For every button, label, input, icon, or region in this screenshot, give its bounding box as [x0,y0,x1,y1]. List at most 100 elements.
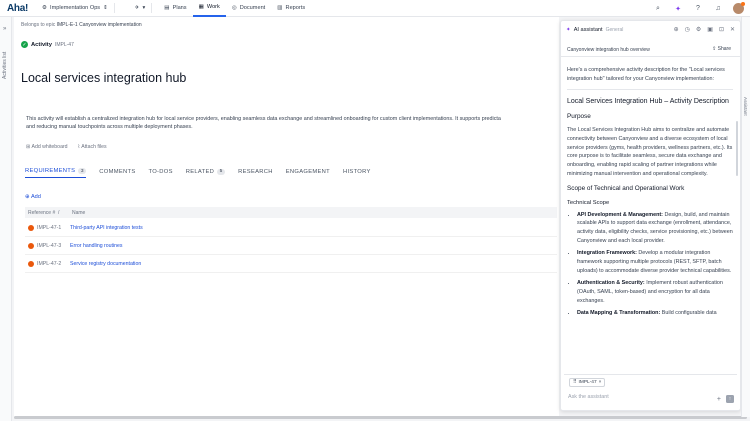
row-name-link[interactable]: Error handling routines [70,243,122,249]
share-button[interactable]: ⇪ Share [712,46,731,52]
row-ref: IMPL-47-2 [37,260,62,267]
attachments-bar: ⊞ Add whiteboard ⌇ Attach files [26,144,107,150]
tab-requirements[interactable]: REQUIREMENTS 3 [25,165,87,178]
item-title: Integration Framework: [577,250,637,257]
tab-history[interactable]: HISTORY [343,165,371,178]
chevron-updown-icon: ⇕ [103,5,108,11]
tab-todos[interactable]: TO-DOS [149,165,173,178]
add-requirement-button[interactable]: ⊕ Add [25,194,41,200]
user-avatar[interactable] [733,2,745,14]
technical-scope-heading: Technical Scope [567,199,610,206]
assistant-rail-label[interactable]: Assistant [743,97,748,116]
aha-logo[interactable]: Aha! [7,3,28,14]
send-button[interactable]: ↑ [726,395,734,403]
divider [113,3,115,13]
record-type: ✓ Activity IMPL-47 [21,41,74,48]
work-icon: ▦ [198,4,204,10]
tab-label: TO-DOS [148,168,173,175]
tab-label: COMMENTS [99,168,136,175]
document-icon: ◎ [231,5,237,11]
list-item: Authentication & Security: Implement rob… [577,279,733,305]
column-header-name[interactable]: Name [72,210,85,216]
tab-engagement[interactable]: ENGAGEMENT [286,165,330,178]
ask-input[interactable]: Ask the assistant [568,394,609,400]
tab-related[interactable]: RELATED 5 [186,165,226,178]
share-label: Share [717,46,731,52]
rocket-icon: ✈ [134,5,140,11]
panel-scrollbar[interactable] [736,121,738,176]
attach-files-button[interactable]: ⌇ Attach files [78,144,107,150]
expand-icon[interactable]: ⊡ [719,26,724,33]
item-text: Build configurable data [660,310,717,317]
list-item: API Development & Management: Design, bu… [577,211,733,246]
column-header-ref[interactable]: Reference # / [25,210,72,216]
record-type-label: Activity [31,41,52,48]
requirements-table-header: Reference # / Name [25,207,557,218]
conversation-header: Canyonview integration hub overview ⇪ Sh… [561,43,740,57]
tab-label: RESEARCH [238,168,273,175]
tab-count-badge: 5 [217,168,226,175]
add-whiteboard-label: Add whiteboard [31,144,68,150]
context-chip[interactable]: ⠿ IMPL-47 × [569,378,606,387]
remove-chip-icon[interactable]: × [599,380,602,385]
nav-tab-reports[interactable]: ▥ Reports [271,0,311,17]
requirement-icon [28,260,34,267]
add-attachment-icon[interactable]: + [717,396,721,403]
table-row[interactable]: IMPL-47-3 Error handling routines [25,237,557,255]
divider [151,3,153,13]
nav-tab-document[interactable]: ◎ Document [226,0,271,17]
table-row[interactable]: IMPL-47-2 Service registry documentation [25,255,557,273]
top-navigation: Aha! ⚙ Implementation Ops ⇕ ✈ ▾ ▤ Plans … [0,0,750,17]
conversation-title: Canyonview integration hub overview [567,47,650,53]
epic-link[interactable]: IMPL-E-1 Canyonview implementation [57,22,142,28]
row-name-link[interactable]: Service registry documentation [70,261,141,267]
horizontal-scrollbar[interactable] [14,416,747,419]
col-ref-label: Reference # [28,209,56,216]
nav-tab-work[interactable]: ▦ Work [192,0,226,17]
ai-sparkle-icon[interactable]: ✦ [673,4,683,14]
help-icon[interactable]: ? [693,4,703,14]
activities-rail-label[interactable]: Activities list [2,52,8,79]
breadcrumb-prefix: Belongs to epic [21,22,56,28]
table-row[interactable]: IMPL-47-1 Third-party API integration te… [25,219,557,237]
activities-rail: » Activities list [0,17,12,421]
row-name-link[interactable]: Third-party API integration tests [70,225,143,231]
search-icon[interactable]: ⌕ [653,4,663,14]
row-ref: IMPL-47-1 [37,224,62,231]
plans-icon: ▤ [164,5,170,11]
tab-comments[interactable]: COMMENTS [99,165,135,178]
scope-list: API Development & Management: Design, bu… [567,211,733,318]
add-label: Add [30,194,41,200]
ai-response: Here's a comprehensive activity descript… [567,66,733,372]
response-heading: Local Services Integration Hub – Activit… [567,98,729,106]
nav-tab-plans[interactable]: ▤ Plans [158,0,192,17]
new-chat-icon[interactable]: ⊕ [674,26,679,33]
description-line-2[interactable]: and reducing manual touchpoints across m… [26,124,193,130]
settings-icon[interactable]: ⚙ [696,26,701,33]
add-whiteboard-button[interactable]: ⊞ Add whiteboard [26,144,68,150]
assistant-rail: Assistant [741,17,750,417]
status-check-icon[interactable]: ✓ [21,41,28,48]
item-title: Data Mapping & Transformation: [577,310,661,317]
quick-menu[interactable]: ✈ ▾ [135,5,146,11]
tab-research[interactable]: RESEARCH [238,165,273,178]
dock-icon[interactable]: ▣ [707,26,713,33]
chevron-down-icon: ▾ [142,5,146,11]
notifications-icon[interactable]: ♫ [713,4,723,14]
nav-tab-label: Work [206,4,220,10]
nav-tab-label: Document [239,5,266,11]
page-title[interactable]: Local services integration hub [21,71,186,85]
workspace-selector[interactable]: ⚙ Implementation Ops ⇕ [42,5,108,11]
history-icon[interactable]: ◷ [685,26,690,33]
record-ref: IMPL-47 [54,41,74,48]
context-chip-label: IMPL-47 [578,380,597,385]
requirement-icon [28,242,34,249]
divider [567,89,733,91]
ai-composer: ⠿ IMPL-47 × Ask the assistant [564,374,737,409]
expand-rail-icon[interactable]: » [3,26,6,32]
requirement-icon [28,224,34,231]
tab-label: REQUIREMENTS [25,168,76,174]
description-line-1[interactable]: This activity will establish a centraliz… [26,115,556,124]
nav-tab-label: Reports [285,5,306,11]
close-icon[interactable]: ✕ [730,26,735,33]
